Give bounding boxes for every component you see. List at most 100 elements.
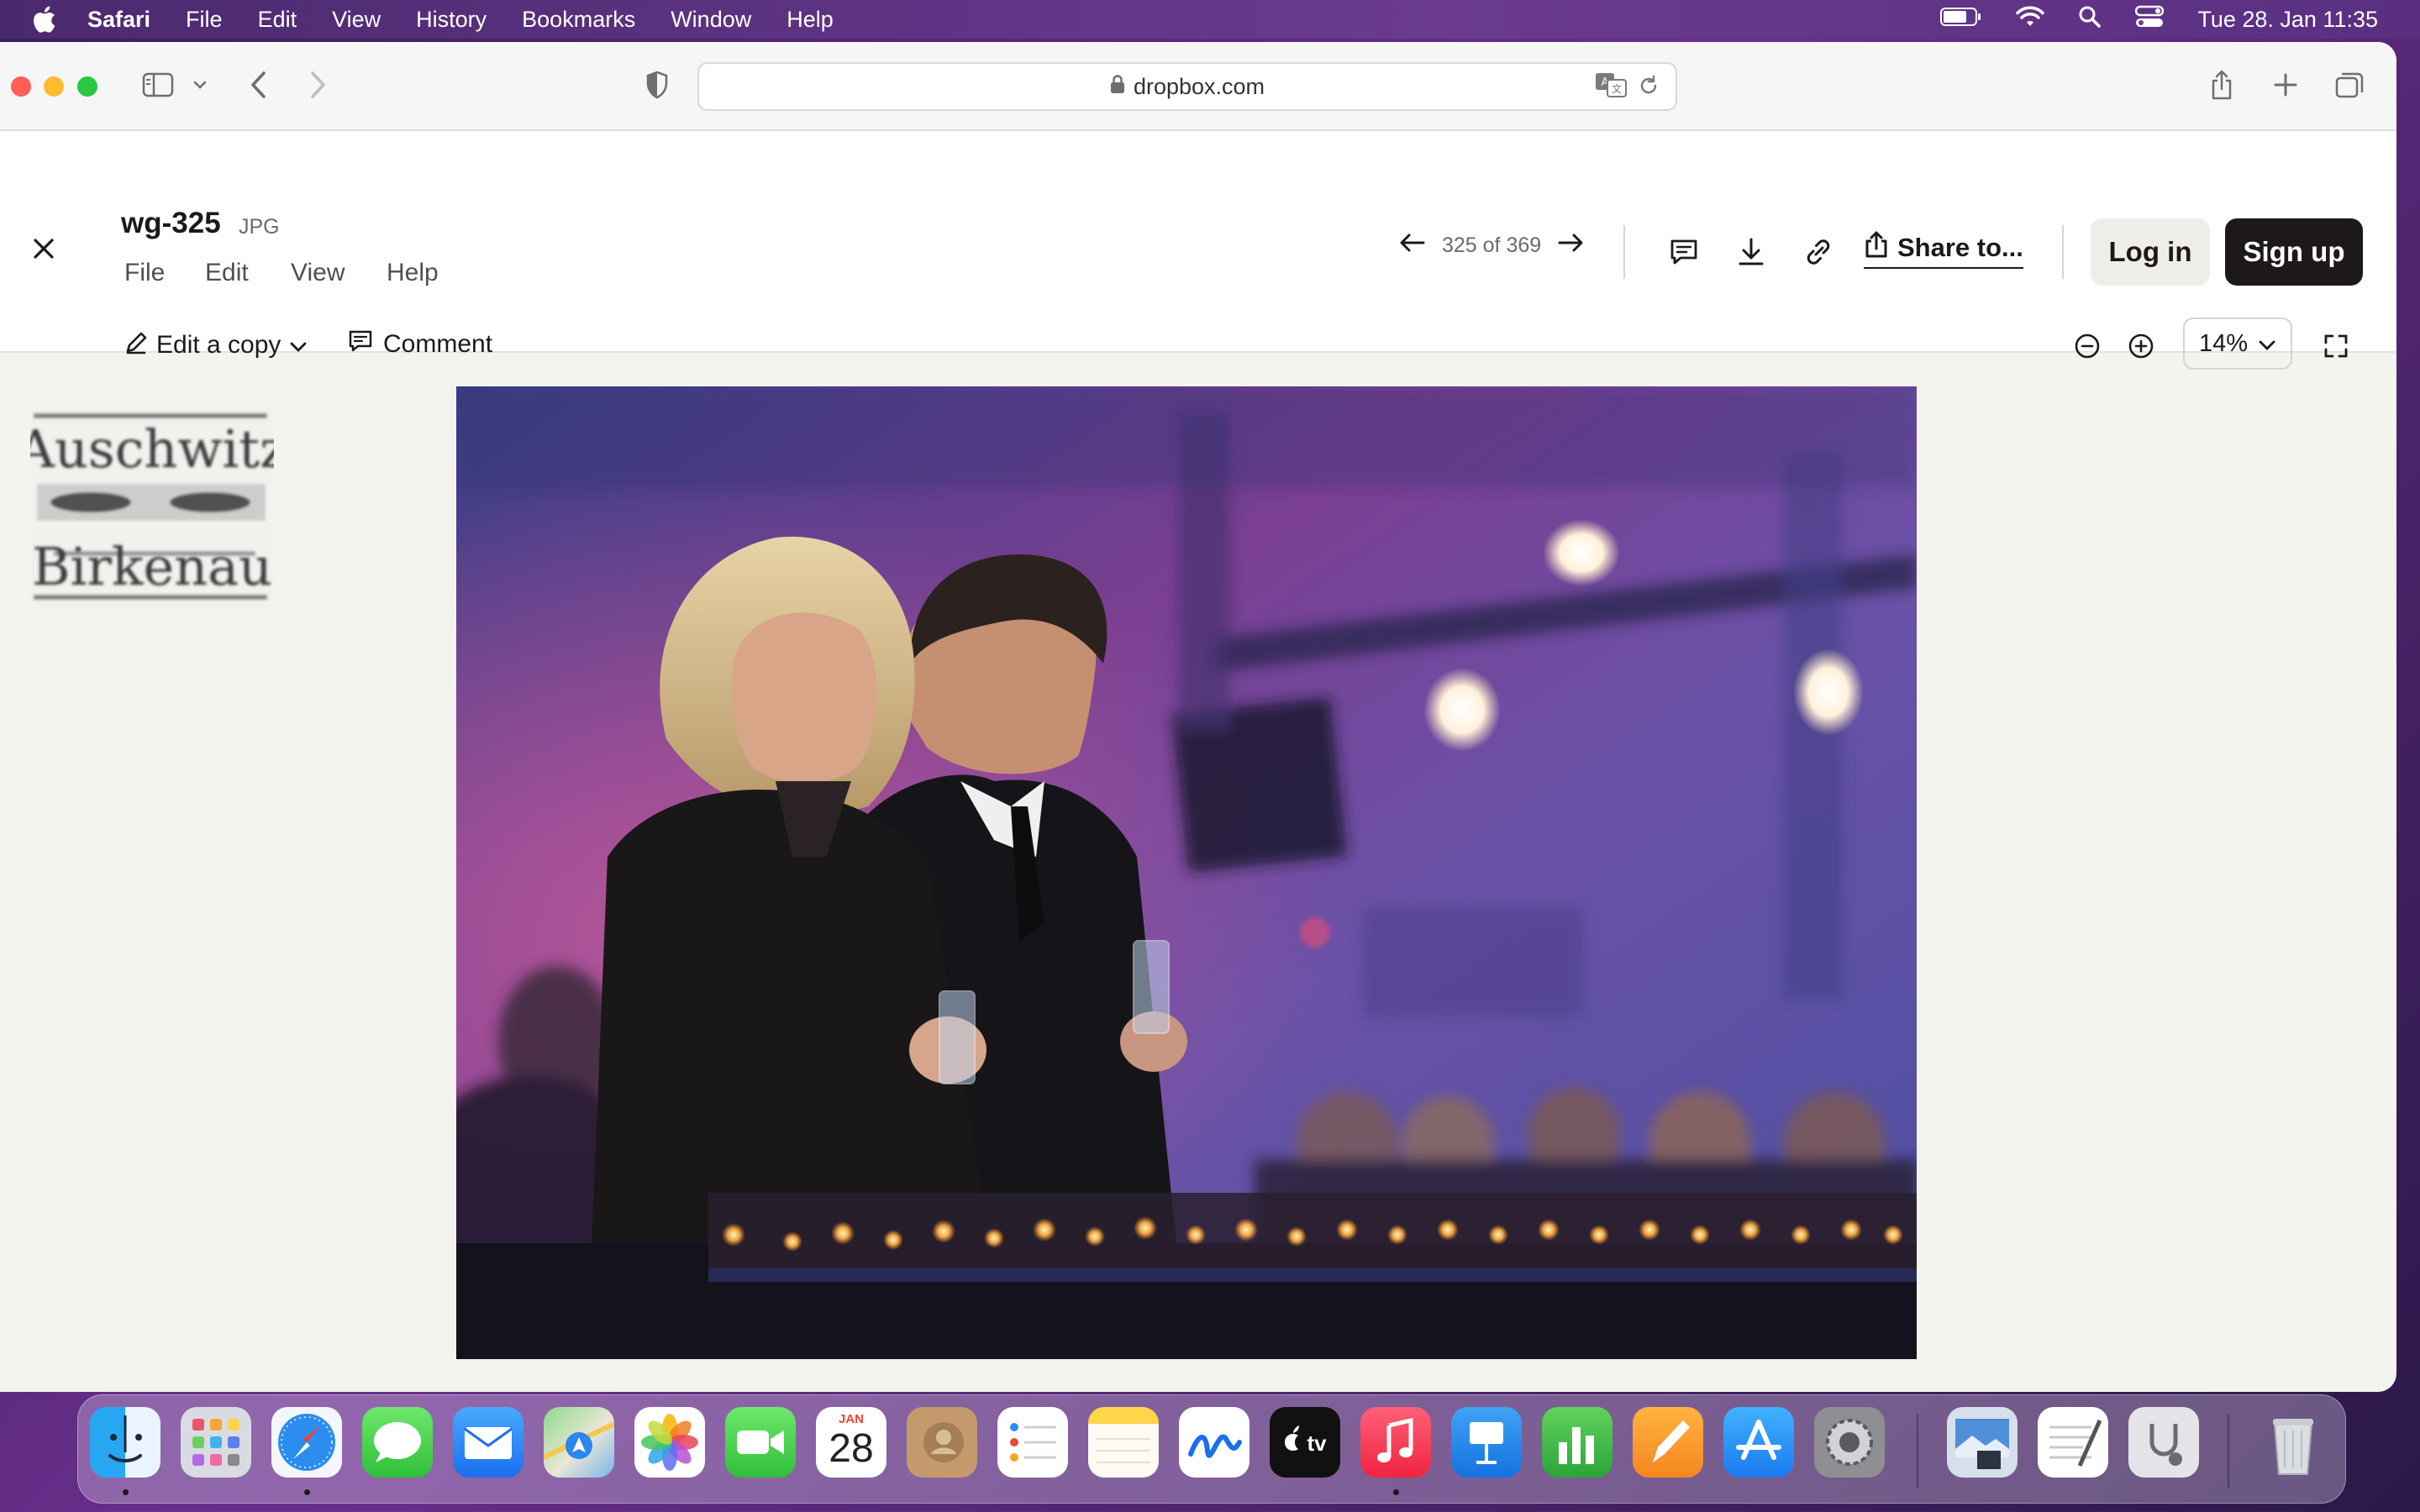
- privacy-shield-icon[interactable]: [642, 66, 672, 104]
- dock-reminders-icon[interactable]: [997, 1407, 1068, 1478]
- menu-view[interactable]: View: [332, 7, 381, 33]
- app-name-menu[interactable]: Safari: [87, 7, 150, 33]
- spotlight-search-icon[interactable]: [2078, 5, 2102, 34]
- dock: JAN 28 tv: [77, 1394, 2346, 1504]
- dock-separator: [2228, 1414, 2229, 1488]
- dock-calendar-icon[interactable]: JAN 28: [816, 1407, 886, 1478]
- share-to-button[interactable]: Share to...: [1864, 230, 2023, 269]
- dock-preview-icon[interactable]: [1947, 1407, 2018, 1478]
- comment-bubble-icon: [348, 329, 373, 360]
- chevron-down-icon[interactable]: [190, 66, 210, 104]
- lock-icon: [1110, 74, 1125, 100]
- edit-a-copy-label: Edit a copy: [156, 331, 281, 359]
- address-bar-url[interactable]: dropbox.com: [1134, 74, 1265, 100]
- header-divider-2: [2062, 225, 2064, 279]
- share-icon[interactable]: [2205, 66, 2238, 104]
- chevron-down-icon: [289, 331, 308, 360]
- dock-pages-icon[interactable]: [1633, 1407, 1703, 1478]
- image-preview[interactable]: [456, 386, 1917, 1359]
- forward-icon[interactable]: [302, 66, 333, 104]
- comment-label: Comment: [383, 330, 493, 358]
- chevron-down-icon: [2258, 330, 2276, 358]
- zoom-level-value: 14%: [2198, 329, 2249, 357]
- dock-finder-icon[interactable]: [90, 1407, 160, 1478]
- menu-bookmarks[interactable]: Bookmarks: [522, 7, 635, 33]
- tv-label: tv: [1307, 1431, 1327, 1456]
- viewer-menu-file[interactable]: File: [124, 259, 165, 287]
- back-icon[interactable]: [244, 66, 274, 104]
- fullscreen-icon[interactable]: [2319, 329, 2353, 363]
- dock-photos-icon[interactable]: [634, 1407, 705, 1478]
- zoom-level-select[interactable]: 14%: [2183, 318, 2292, 370]
- dropbox-viewer-header: wg-325 JPG File Edit View Help 325 of 36…: [0, 131, 2396, 370]
- menu-window[interactable]: Window: [671, 7, 751, 33]
- dock-separator: [1917, 1414, 1918, 1488]
- menu-history[interactable]: History: [416, 7, 487, 33]
- safari-toolbar: dropbox.com A文: [0, 42, 2396, 131]
- tab-overview-icon[interactable]: [2331, 66, 2368, 104]
- login-button[interactable]: Log in: [2091, 218, 2210, 286]
- file-navigation: 325 of 369: [1398, 230, 1585, 261]
- zoom-in-icon[interactable]: [2124, 329, 2158, 363]
- battery-icon[interactable]: [1940, 7, 1982, 33]
- next-file-icon[interactable]: [1556, 230, 1585, 261]
- translate-icon[interactable]: A文: [1595, 72, 1627, 103]
- viewer-menu-help[interactable]: Help: [387, 259, 439, 287]
- dock-running-indicator: [1393, 1489, 1399, 1495]
- new-tab-icon[interactable]: [2269, 66, 2302, 104]
- viewer-menu-edit[interactable]: Edit: [205, 259, 249, 287]
- menu-file[interactable]: File: [186, 7, 223, 33]
- previous-file-icon[interactable]: [1398, 230, 1427, 261]
- address-bar[interactable]: dropbox.com A文: [697, 62, 1677, 111]
- file-position: 325 of 369: [1442, 234, 1542, 257]
- close-viewer-icon[interactable]: [27, 232, 60, 265]
- viewer-menu-view[interactable]: View: [291, 259, 345, 287]
- calendar-day: 28: [829, 1426, 874, 1471]
- signup-button[interactable]: Sign up: [2225, 218, 2363, 286]
- dock-textedit-icon[interactable]: [2038, 1407, 2108, 1478]
- dock-disk-utility-icon[interactable]: [2128, 1407, 2199, 1478]
- previous-file-thumbnail[interactable]: Auschwitz Birkenau: [30, 408, 274, 610]
- svg-text:文: 文: [1612, 82, 1622, 95]
- reload-icon[interactable]: [1637, 74, 1660, 103]
- dock-system-settings-icon[interactable]: [1814, 1407, 1885, 1478]
- dock-launchpad-icon[interactable]: [181, 1407, 251, 1478]
- edit-a-copy-button[interactable]: Edit a copy: [124, 329, 308, 361]
- calendar-month: JAN: [838, 1412, 864, 1426]
- dock-mail-icon[interactable]: [453, 1407, 523, 1478]
- share-to-label: Share to...: [1897, 233, 2023, 262]
- wifi-icon[interactable]: [2016, 6, 2045, 34]
- header-divider: [1623, 225, 1625, 279]
- copy-link-icon[interactable]: [1802, 235, 1835, 269]
- dock-keynote-icon[interactable]: [1451, 1407, 1522, 1478]
- dock-trash-icon[interactable]: [2258, 1407, 2328, 1478]
- dock-freeform-icon[interactable]: [1179, 1407, 1249, 1478]
- sidebar-toggle-icon[interactable]: [139, 66, 176, 104]
- download-icon[interactable]: [1734, 235, 1768, 269]
- safari-window: dropbox.com A文 wg-325 JPG File Edit View…: [0, 42, 2396, 1392]
- comment-icon[interactable]: [1667, 235, 1701, 269]
- dock-safari-icon[interactable]: [271, 1407, 342, 1478]
- menu-edit[interactable]: Edit: [258, 7, 297, 33]
- dock-messages-icon[interactable]: [362, 1407, 433, 1478]
- dock-notes-icon[interactable]: [1088, 1407, 1159, 1478]
- dock-music-icon[interactable]: [1360, 1407, 1431, 1478]
- thumbnail-line-1: Auschwitz: [30, 418, 274, 480]
- menu-help[interactable]: Help: [786, 7, 834, 33]
- dock-contacts-icon[interactable]: [907, 1407, 977, 1478]
- dock-numbers-icon[interactable]: [1542, 1407, 1612, 1478]
- thumbnail-line-2: Birkenau: [32, 536, 272, 597]
- apple-menu-icon[interactable]: [32, 5, 57, 34]
- dock-facetime-icon[interactable]: [725, 1407, 796, 1478]
- menubar-clock[interactable]: Tue 28. Jan 11:35: [2197, 7, 2378, 33]
- zoom-window-button[interactable]: [77, 76, 97, 97]
- zoom-out-icon[interactable]: [2070, 329, 2104, 363]
- dock-tv-icon[interactable]: tv: [1270, 1407, 1340, 1478]
- control-center-icon[interactable]: [2135, 5, 2165, 34]
- minimize-window-button[interactable]: [44, 76, 64, 97]
- share-upload-icon: [1864, 230, 1889, 265]
- close-window-button[interactable]: [11, 76, 31, 97]
- dock-maps-icon[interactable]: [544, 1407, 614, 1478]
- dock-app-store-icon[interactable]: [1723, 1407, 1794, 1478]
- comment-button[interactable]: Comment: [348, 329, 492, 360]
